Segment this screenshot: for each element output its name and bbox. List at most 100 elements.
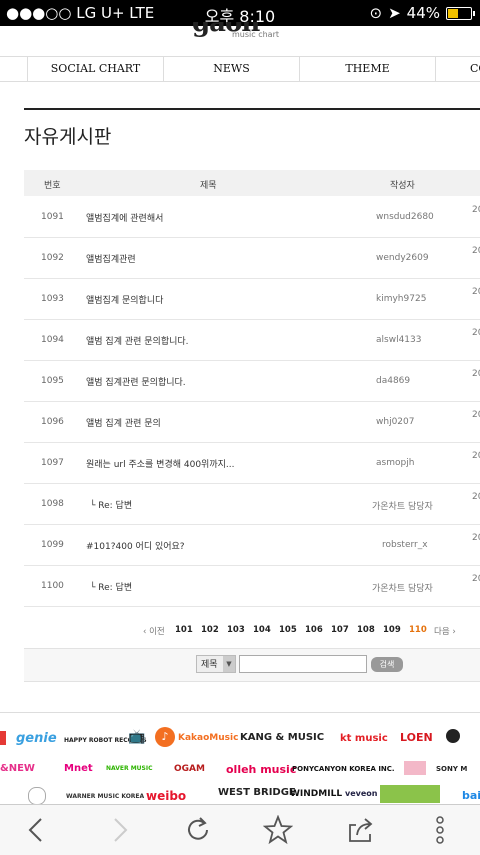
post-date: 20 (472, 492, 480, 502)
partner-logo[interactable]: SONY M (436, 765, 467, 773)
post-subject[interactable]: └ Re: 답변 (90, 580, 132, 593)
search-button[interactable]: 검색 (371, 657, 403, 672)
post-subject[interactable]: 앨범 집계 관련 문의합니다. (86, 334, 189, 347)
post-author: 가온차트 담당자 (372, 502, 433, 512)
table-row[interactable]: 1096 앨범 집계 관련 문의 whj0207 20 (24, 402, 480, 443)
battery-percent: 44% (406, 4, 440, 22)
page-link[interactable]: 108 (357, 625, 375, 635)
post-date: 20 (472, 533, 480, 543)
battery-icon (446, 6, 475, 20)
partner-logo[interactable]: &NEW (0, 763, 35, 774)
nav-item-partial[interactable] (0, 57, 27, 81)
post-subject[interactable]: 앨범 집계 관련 문의 (86, 416, 161, 429)
partner-logo[interactable]: WINDMILL (290, 789, 342, 799)
post-author: kimyh9725 (376, 294, 427, 304)
table-row[interactable]: 1100 └ Re: 답변 가온차트 담당자 20 (24, 566, 480, 607)
post-subject[interactable]: 앨범집계관련 (86, 252, 136, 265)
search-bar: 제목 ▼ 검색 (24, 648, 480, 682)
more-icon[interactable] (422, 813, 458, 847)
nav-item-social-chart[interactable]: SOCIAL CHART (27, 57, 163, 81)
next-page-link[interactable]: 다음 › (434, 625, 456, 637)
post-subject[interactable]: └ Re: 답변 (90, 498, 132, 511)
post-subject[interactable]: #101?400 어디 있어요? (86, 539, 185, 552)
post-author: wnsdud2680 (376, 212, 434, 222)
post-num: 1100 (41, 581, 64, 591)
prev-page-link[interactable]: ‹ 이전 (143, 625, 165, 637)
partner-logo[interactable]: WEST BRIDGE (218, 787, 296, 798)
partner-logo[interactable]: kt music (340, 733, 388, 744)
page-title: 자유게시판 (24, 108, 480, 149)
page-link-current[interactable]: 110 (409, 625, 427, 635)
page-link[interactable]: 107 (331, 625, 349, 635)
post-num: 1094 (41, 335, 64, 345)
page-link[interactable]: 101 (175, 625, 193, 635)
page-link[interactable]: 103 (227, 625, 245, 635)
emblem-icon (446, 729, 460, 743)
post-subject[interactable]: 앨범 집계관련 문의합니다. (86, 375, 186, 388)
post-num: 1095 (41, 376, 64, 386)
partner-logo[interactable]: KANG & MUSIC (240, 732, 324, 743)
post-date: 20 (472, 246, 480, 256)
partner-logo-partial (0, 731, 6, 745)
partner-badge (380, 785, 440, 803)
post-subject[interactable]: 앨범집계 문의합니다 (86, 293, 163, 306)
nav-item-co[interactable]: CO (435, 57, 480, 81)
col-num: 번호 (44, 181, 61, 191)
search-input[interactable] (239, 655, 367, 673)
partner-logo[interactable]: olleh music (226, 763, 296, 776)
partner-logo[interactable]: PONYCANYON KOREA INC. (292, 765, 395, 773)
bookmark-star-icon[interactable] (260, 813, 296, 847)
post-author: da4869 (376, 376, 411, 386)
post-date: 20 (472, 328, 480, 338)
nav-item-theme[interactable]: THEME (299, 57, 435, 81)
site-logo[interactable]: gaon music chart (190, 22, 290, 44)
tv-icon: 📺 (128, 729, 146, 745)
back-icon[interactable] (18, 813, 54, 847)
partner-row: &NEW Mnet NAVER MUSIC OGAM olleh music P… (0, 761, 480, 781)
table-row[interactable]: 1091 앨범집계에 관련해서 wnsdud2680 20 (24, 197, 480, 238)
partner-logo[interactable]: weibo (146, 789, 186, 803)
table-row[interactable]: 1092 앨범집계관련 wendy2609 20 (24, 238, 480, 279)
post-num: 1096 (41, 417, 64, 427)
music-note-icon: ♪ (155, 727, 175, 747)
table-row[interactable]: 1097 원래는 url 주소를 변경해 400위까지... asmopjh 20 (24, 443, 480, 484)
post-author: asmopjh (376, 458, 415, 468)
page-link[interactable]: 106 (305, 625, 323, 635)
forward-icon[interactable] (102, 813, 138, 847)
post-date: 20 (472, 205, 480, 215)
lock-rotation-icon: ⊙ (369, 4, 383, 22)
post-date: 20 (472, 451, 480, 461)
page-link[interactable]: 105 (279, 625, 297, 635)
post-date: 20 (472, 369, 480, 379)
partner-logo[interactable]: WARNER MUSIC KOREA (66, 793, 144, 800)
post-subject[interactable]: 원래는 url 주소를 변경해 400위까지... (86, 457, 234, 470)
table-row[interactable]: 1094 앨범 집계 관련 문의합니다. alswl4133 20 (24, 320, 480, 361)
page-link[interactable]: 104 (253, 625, 271, 635)
table-row[interactable]: 1093 앨범집계 문의합니다 kimyh9725 20 (24, 279, 480, 320)
table-row[interactable]: 1098 └ Re: 답변 가온차트 담당자 20 (24, 484, 480, 525)
partner-badge (404, 761, 426, 775)
table-row[interactable]: 1099 #101?400 어디 있어요? robsterr_x 20 (24, 525, 480, 566)
browser-toolbar (0, 804, 480, 855)
search-field-value: 제목 (201, 660, 218, 670)
partner-logo[interactable]: LOEN (400, 731, 433, 744)
partner-logo[interactable]: KakaoMusic (178, 733, 238, 743)
reload-icon[interactable] (180, 813, 216, 847)
post-num: 1091 (41, 212, 64, 222)
post-subject[interactable]: 앨범집계에 관련해서 (86, 211, 163, 224)
partner-logo[interactable]: NAVER MUSIC (106, 765, 153, 772)
page-link[interactable]: 109 (383, 625, 401, 635)
post-list: 1091 앨범집계에 관련해서 wnsdud2680 20 1092 앨범집계관련 wen… (24, 197, 480, 607)
post-num: 1098 (41, 499, 64, 509)
partner-logo[interactable]: genie (16, 731, 57, 746)
share-icon[interactable] (342, 813, 378, 847)
chevron-down-icon: ▼ (223, 656, 235, 672)
page-link[interactable]: 102 (201, 625, 219, 635)
search-field-select[interactable]: 제목 ▼ (196, 655, 236, 673)
partner-logo[interactable]: OGAM (174, 764, 205, 774)
partner-logo[interactable]: bai (462, 789, 480, 802)
table-row[interactable]: 1095 앨범 집계관련 문의합니다. da4869 20 (24, 361, 480, 402)
partner-logo[interactable]: Mnet (64, 763, 93, 774)
post-author: 가온차트 담당자 (372, 584, 433, 594)
nav-item-news[interactable]: NEWS (163, 57, 299, 81)
